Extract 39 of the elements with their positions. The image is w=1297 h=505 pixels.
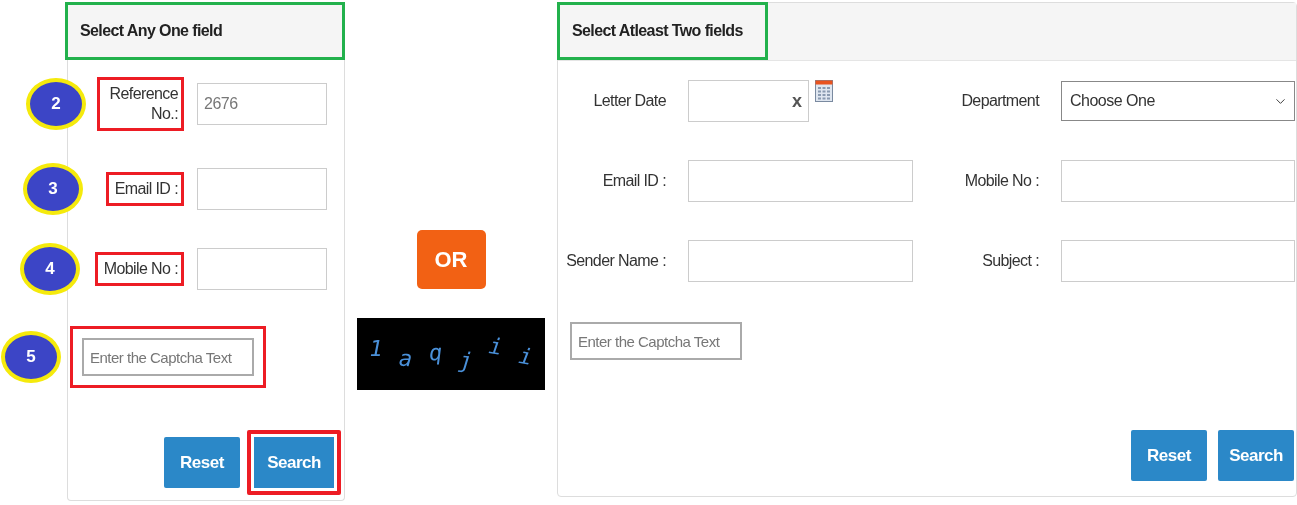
field-label: Mobile No : bbox=[964, 172, 1039, 190]
captcha-character: a bbox=[398, 345, 414, 371]
captcha-character: i bbox=[487, 332, 505, 360]
clear-button[interactable]: x bbox=[792, 90, 802, 112]
calendar-icon[interactable] bbox=[815, 80, 833, 102]
field-label: Department bbox=[961, 92, 1039, 110]
text-field[interactable] bbox=[197, 167, 327, 210]
captcha-character: q bbox=[428, 339, 444, 365]
panel-title: Select Any One field bbox=[79, 22, 223, 40]
field-label: Email ID : bbox=[105, 171, 184, 206]
text-field[interactable]: 2676 bbox=[197, 83, 327, 125]
or-label: OR bbox=[416, 230, 486, 289]
search-button[interactable]: Search bbox=[1218, 430, 1294, 481]
department-dropdown[interactable]: Choose One bbox=[1061, 81, 1295, 121]
field-label: Sender Name : bbox=[566, 252, 666, 270]
field-label: Mobile No : bbox=[94, 251, 184, 286]
captcha-character: 1 bbox=[369, 335, 383, 361]
reset-button[interactable]: Reset bbox=[164, 437, 240, 488]
text-field[interactable] bbox=[688, 160, 913, 202]
field-label: Email ID : bbox=[602, 172, 666, 190]
search-button[interactable]: Search bbox=[247, 430, 341, 495]
reset-button[interactable]: Reset bbox=[1131, 430, 1207, 481]
field-label: Subject : bbox=[982, 252, 1039, 270]
panel-title: Select Atleast Two fields bbox=[557, 2, 768, 60]
captcha-field[interactable]: Enter the Captcha Text bbox=[82, 338, 254, 376]
step-badge: 2 bbox=[26, 78, 86, 130]
step-badge: 3 bbox=[23, 162, 83, 215]
field-label: Reference No.: bbox=[97, 77, 184, 131]
captcha-field[interactable]: Enter the Captcha Text bbox=[570, 322, 742, 360]
text-field[interactable] bbox=[1061, 160, 1295, 202]
text-field[interactable] bbox=[1061, 240, 1295, 282]
text-field[interactable] bbox=[688, 240, 913, 282]
field-label: Letter Date bbox=[593, 92, 666, 110]
captcha-character: i bbox=[517, 342, 535, 370]
step-badge: 4 bbox=[20, 242, 80, 295]
date-field[interactable]: x bbox=[688, 80, 809, 122]
captcha-character: j bbox=[458, 346, 474, 374]
step-badge: 5 bbox=[1, 331, 61, 383]
text-field[interactable] bbox=[197, 247, 327, 290]
